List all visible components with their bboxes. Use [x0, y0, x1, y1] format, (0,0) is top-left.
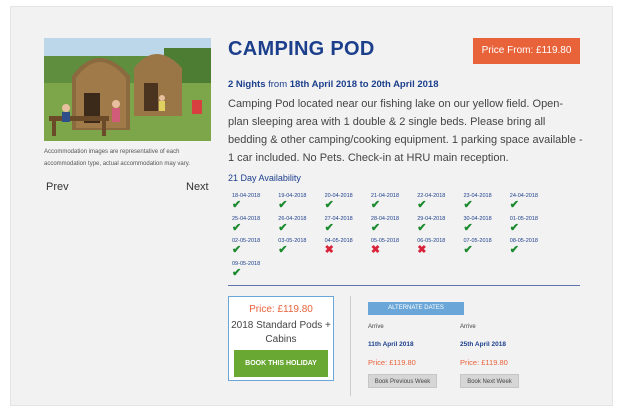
- checkmark-icon: ✔: [370, 221, 381, 234]
- availability-day: 28-04-2018 ✔: [371, 215, 411, 237]
- checkmark-icon: ✔: [324, 221, 334, 234]
- product-title: CAMPING POD: [228, 38, 375, 60]
- availability-day: 29-04-2018 ✔: [417, 215, 457, 237]
- next-image-link[interactable]: Next: [186, 181, 209, 193]
- checkmark-icon: ✔: [417, 199, 427, 211]
- nights-count: 2 Nights: [228, 79, 266, 90]
- checkmark-icon: ✔: [509, 244, 520, 256]
- prev-image-link[interactable]: Prev: [46, 181, 69, 193]
- availability-day: 26-04-2018 ✔: [278, 215, 318, 237]
- nights-from-word: from: [268, 79, 288, 90]
- availability-day: 23-04-2018 ✔: [464, 192, 504, 214]
- availability-day: 22-04-2018 ✔: [417, 192, 457, 214]
- camping-pod-photo: [44, 38, 211, 141]
- availability-day: 21-04-2018 ✔: [371, 192, 411, 214]
- availability-day: 24-04-2018 ✔: [510, 192, 550, 214]
- availability-day: 04-05-2018 ✖: [325, 237, 365, 259]
- checkmark-icon: ✔: [324, 199, 334, 211]
- cross-icon: ✖: [370, 244, 381, 256]
- availability-day: 08-05-2018 ✔: [510, 237, 550, 259]
- vertical-separator: [350, 296, 351, 396]
- checkmark-icon: ✔: [278, 221, 288, 234]
- availability-day: 02-05-2018 ✔: [232, 237, 272, 259]
- book-this-holiday-button[interactable]: BOOK THIS HOLIDAY: [234, 350, 328, 377]
- product-description: Camping Pod located near our fishing lak…: [228, 98, 583, 164]
- availability-day: 30-04-2018 ✔: [464, 215, 504, 237]
- checkmark-icon: ✔: [509, 199, 520, 211]
- stay-date-range: 18th April 2018 to 20th April 2018: [289, 79, 439, 90]
- availability-day: 25-04-2018 ✔: [232, 215, 272, 237]
- alt-arrive-label-previous: Arrive: [368, 324, 384, 330]
- section-divider: [228, 285, 580, 286]
- checkmark-icon: ✔: [278, 244, 288, 256]
- stay-summary: 2 Nights from 18th April 2018 to 20th Ap…: [228, 79, 438, 90]
- alt-date-previous: 11th April 2018: [368, 341, 414, 348]
- cross-icon: ✖: [324, 244, 334, 256]
- checkmark-icon: ✔: [463, 221, 473, 234]
- checkmark-icon: ✔: [232, 244, 242, 256]
- checkmark-icon: ✔: [509, 221, 520, 234]
- alt-date-next: 25th April 2018: [460, 341, 507, 348]
- availability-day: 27-04-2018 ✔: [325, 215, 365, 237]
- selected-option-box: Price: £119.80 2018 Standard Pods + Cabi…: [228, 296, 334, 381]
- availability-day: 03-05-2018 ✔: [278, 237, 318, 259]
- availability-day: 05-05-2018 ✖: [371, 237, 411, 259]
- availability-day: 19-04-2018 ✔: [278, 192, 318, 214]
- availability-day: 18-04-2018 ✔: [232, 192, 272, 214]
- checkmark-icon: ✔: [463, 244, 473, 256]
- alt-arrive-label-next: Arrive: [460, 324, 476, 330]
- selected-price: Price: £119.80: [249, 304, 313, 315]
- selected-accommodation-name: 2018 Standard Pods + Cabins: [231, 320, 331, 345]
- alternate-dates-header: ALTERNATE DATES: [368, 302, 464, 315]
- availability-day: 09-05-2018 ✔: [232, 260, 272, 282]
- checkmark-icon: ✔: [232, 266, 242, 279]
- image-caption: Accommodation images are representative …: [44, 149, 190, 167]
- cross-icon: ✖: [417, 244, 427, 256]
- checkmark-icon: ✔: [232, 199, 242, 211]
- checkmark-icon: ✔: [232, 221, 242, 234]
- alt-price-previous: Price: £119.80: [368, 358, 416, 367]
- checkmark-icon: ✔: [417, 221, 427, 234]
- checkmark-icon: ✔: [370, 199, 381, 211]
- availability-title: 21 Day Availability: [228, 173, 301, 183]
- availability-day: 07-05-2018 ✔: [464, 237, 504, 259]
- book-previous-week-button[interactable]: Book Previous Week: [368, 374, 437, 388]
- availability-day: 06-05-2018 ✖: [417, 237, 457, 259]
- checkmark-icon: ✔: [463, 199, 473, 211]
- checkmark-icon: ✔: [278, 199, 288, 211]
- book-next-week-button[interactable]: Book Next Week: [460, 374, 519, 388]
- availability-day: 20-04-2018 ✔: [325, 192, 365, 214]
- price-from-button[interactable]: Price From: £119.80: [473, 38, 580, 64]
- alt-price-next: Price: £119.80: [460, 358, 508, 367]
- availability-day: 01-05-2018 ✔: [510, 215, 550, 237]
